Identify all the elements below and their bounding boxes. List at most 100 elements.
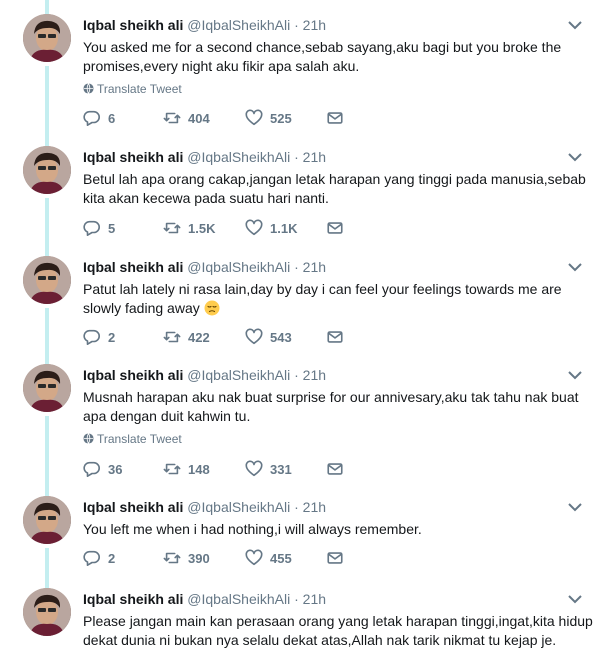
tweet-text: Please jangan main kan perasaan orang ya… — [83, 613, 593, 648]
retweet-icon — [163, 222, 181, 234]
user-handle[interactable]: @IqbalSheikhAli — [187, 259, 290, 275]
reply-icon — [83, 329, 100, 346]
avatar[interactable] — [23, 496, 71, 544]
retweet-button[interactable]: 148 — [163, 460, 210, 480]
like-button[interactable]: 1.1K — [245, 219, 297, 239]
translate-tweet-link[interactable]: Translate Tweet — [83, 82, 182, 96]
reply-count: 2 — [108, 550, 116, 566]
tweet[interactable]: Iqbal sheikh ali @IqbalSheikhAli · 21h Y… — [0, 496, 611, 576]
reply-count: 6 — [108, 110, 116, 126]
direct-message-button[interactable] — [326, 109, 344, 129]
separator: · — [294, 499, 299, 515]
like-count: 331 — [270, 461, 292, 477]
chevron-down-icon[interactable] — [568, 152, 582, 162]
timestamp[interactable]: 21h — [303, 259, 326, 275]
reply-button[interactable]: 5 — [83, 219, 115, 239]
retweet-button[interactable]: 422 — [163, 328, 210, 348]
globe-icon — [83, 433, 94, 444]
like-button[interactable]: 525 — [245, 109, 292, 129]
reply-icon — [83, 461, 100, 478]
tweet[interactable]: Iqbal sheikh ali @IqbalSheikhAli · 21h M… — [0, 364, 611, 484]
retweet-count: 422 — [188, 329, 210, 345]
like-count: 455 — [270, 550, 292, 566]
separator: · — [294, 591, 299, 607]
tweet[interactable]: Iqbal sheikh ali @IqbalSheikhAli · 21h P… — [0, 588, 611, 652]
reply-count: 36 — [108, 461, 123, 477]
reply-icon — [83, 110, 100, 127]
heart-icon — [245, 460, 263, 477]
retweet-button[interactable]: 1.5K — [163, 219, 215, 239]
display-name[interactable]: Iqbal sheikh ali — [83, 367, 183, 383]
retweet-button[interactable]: 390 — [163, 549, 210, 569]
chevron-down-icon[interactable] — [568, 370, 582, 380]
user-handle[interactable]: @IqbalSheikhAli — [187, 499, 290, 515]
retweet-count: 404 — [188, 110, 210, 126]
avatar[interactable] — [23, 146, 71, 194]
avatar[interactable] — [23, 256, 71, 304]
tweet-header: Iqbal sheikh ali @IqbalSheikhAli · 21h — [83, 148, 326, 166]
display-name[interactable]: Iqbal sheikh ali — [83, 591, 183, 607]
heart-icon — [245, 328, 263, 345]
display-name[interactable]: Iqbal sheikh ali — [83, 259, 183, 275]
avatar[interactable] — [23, 364, 71, 412]
chevron-down-icon[interactable] — [568, 20, 582, 30]
user-handle[interactable]: @IqbalSheikhAli — [187, 367, 290, 383]
reply-icon — [83, 220, 100, 237]
timestamp[interactable]: 21h — [303, 17, 326, 33]
direct-message-button[interactable] — [326, 460, 344, 480]
retweet-icon — [163, 463, 181, 475]
display-name[interactable]: Iqbal sheikh ali — [83, 499, 183, 515]
tweet-header: Iqbal sheikh ali @IqbalSheikhAli · 21h — [83, 366, 326, 384]
user-handle[interactable]: @IqbalSheikhAli — [187, 17, 290, 33]
envelope-icon — [327, 552, 343, 564]
like-count: 1.1K — [270, 220, 298, 236]
like-button[interactable]: 543 — [245, 328, 292, 348]
avatar[interactable] — [23, 14, 71, 62]
retweet-count: 390 — [188, 550, 210, 566]
direct-message-button[interactable] — [326, 549, 344, 569]
reply-button[interactable]: 6 — [83, 109, 115, 129]
timestamp[interactable]: 21h — [303, 149, 326, 165]
translate-tweet-link[interactable]: Translate Tweet — [83, 432, 182, 446]
retweet-icon — [163, 112, 181, 124]
reply-button[interactable]: 36 — [83, 460, 122, 480]
retweet-count: 148 — [188, 461, 210, 477]
tweet-text: You asked me for a second chance,sebab s… — [83, 39, 562, 74]
heart-icon — [245, 219, 263, 236]
separator: · — [294, 259, 299, 275]
heart-icon — [245, 109, 263, 126]
tweet-text: Betul lah apa orang cakap,jangan letak h… — [83, 171, 586, 206]
tweet[interactable]: Iqbal sheikh ali @IqbalSheikhAli · 21h B… — [0, 146, 611, 246]
thread-line — [45, 0, 49, 14]
timestamp[interactable]: 21h — [303, 591, 326, 607]
tweet[interactable]: Iqbal sheikh ali @IqbalSheikhAli · 21h P… — [0, 256, 611, 356]
retweet-button[interactable]: 404 — [163, 109, 210, 129]
user-handle[interactable]: @IqbalSheikhAli — [187, 149, 290, 165]
reply-button[interactable]: 2 — [83, 328, 115, 348]
chevron-down-icon[interactable] — [568, 594, 582, 604]
chevron-down-icon[interactable] — [568, 262, 582, 272]
tweet-header: Iqbal sheikh ali @IqbalSheikhAli · 21h — [83, 16, 326, 34]
like-button[interactable]: 455 — [245, 549, 292, 569]
like-count: 525 — [270, 110, 292, 126]
user-handle[interactable]: @IqbalSheikhAli — [187, 591, 290, 607]
tweet-text-container: Patut lah lately ni rasa lain,day by day… — [83, 280, 595, 318]
timestamp[interactable]: 21h — [303, 499, 326, 515]
envelope-icon — [327, 112, 343, 124]
chevron-down-icon[interactable] — [568, 502, 582, 512]
like-button[interactable]: 331 — [245, 460, 292, 480]
display-name[interactable]: Iqbal sheikh ali — [83, 149, 183, 165]
avatar[interactable] — [23, 588, 71, 636]
tweet-header: Iqbal sheikh ali @IqbalSheikhAli · 21h — [83, 590, 326, 608]
timestamp[interactable]: 21h — [303, 367, 326, 383]
reply-button[interactable]: 2 — [83, 549, 115, 569]
direct-message-button[interactable] — [326, 219, 344, 239]
reply-count: 2 — [108, 329, 116, 345]
envelope-icon — [327, 331, 343, 343]
display-name[interactable]: Iqbal sheikh ali — [83, 17, 183, 33]
separator: · — [294, 17, 299, 33]
translate-label: Translate Tweet — [97, 432, 182, 446]
direct-message-button[interactable] — [326, 328, 344, 348]
tweet-header: Iqbal sheikh ali @IqbalSheikhAli · 21h — [83, 498, 326, 516]
tweet[interactable]: Iqbal sheikh ali @IqbalSheikhAli · 21h Y… — [0, 14, 611, 134]
